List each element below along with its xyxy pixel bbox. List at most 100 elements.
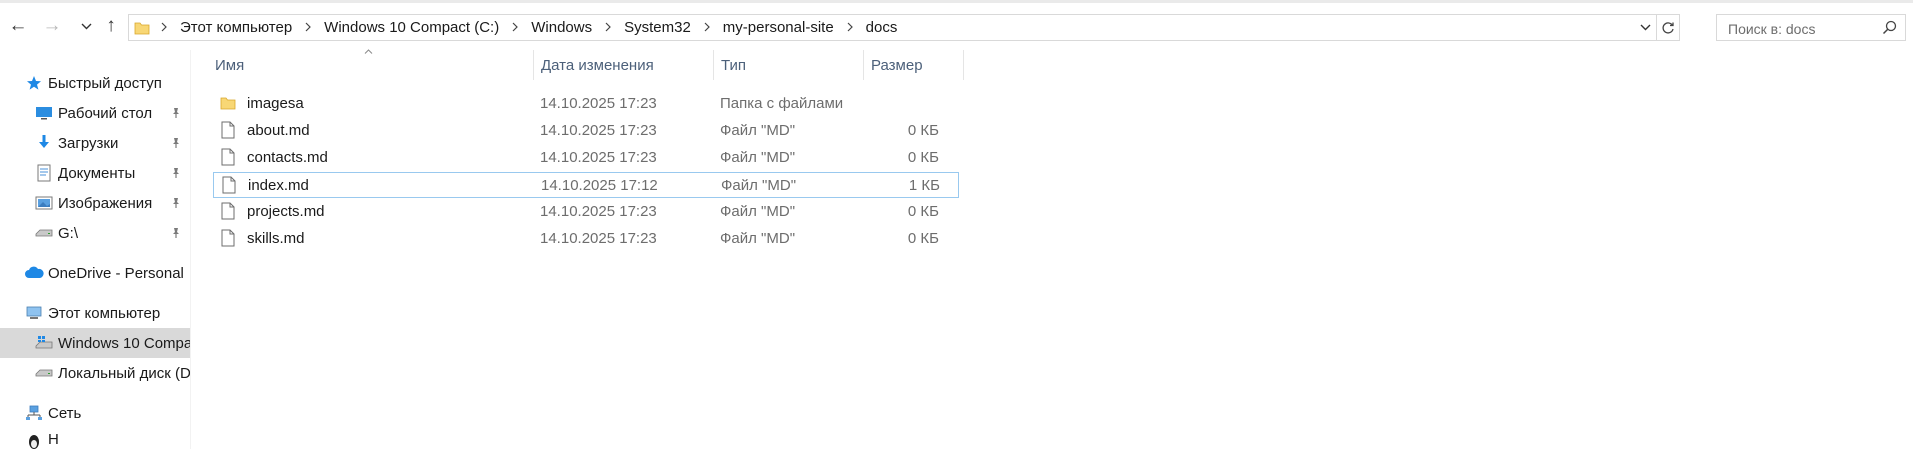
navigation-bar: ← → ↑ Этот компьютер Windows 10 Compact (… [0, 0, 1913, 50]
file-name-cell[interactable]: skills.md [219, 226, 305, 250]
star-icon [24, 73, 44, 93]
up-arrow-icon: ↑ [106, 15, 116, 36]
file-icon [220, 175, 238, 195]
breadcrumb-item[interactable]: Этот компьютер [151, 19, 295, 36]
breadcrumb: Этот компьютер Windows 10 Compact (C:) Win… [151, 19, 900, 36]
file-row[interactable]: imagesa 14.10.2025 17:23 Папка с файлами [213, 91, 959, 117]
forward-button[interactable]: → [40, 14, 64, 38]
recent-locations-button[interactable] [74, 14, 98, 38]
computer-icon [24, 303, 44, 323]
file-date: 14.10.2025 17:12 [541, 176, 658, 194]
breadcrumb-label: System32 [624, 19, 691, 36]
chevron-right-icon[interactable] [837, 20, 863, 35]
file-date: 14.10.2025 17:23 [540, 121, 657, 139]
refresh-button[interactable] [1656, 15, 1679, 40]
breadcrumb-item[interactable]: Windows 10 Compact (C:) [295, 19, 502, 36]
chevron-down-icon [1640, 24, 1650, 31]
address-bar-controls [1634, 15, 1679, 40]
sidebar-item-downloads[interactable]: Загрузки [0, 128, 191, 158]
file-name-cell[interactable]: imagesa [219, 91, 304, 115]
back-button[interactable]: ← [6, 14, 30, 38]
folder-icon [134, 20, 150, 36]
column-size[interactable]: Размер [864, 50, 964, 80]
file-name: imagesa [247, 94, 304, 112]
sidebar-item-pictures[interactable]: Изображения [0, 188, 191, 218]
file-name-cell[interactable]: index.md [220, 173, 309, 197]
pictures-icon [34, 193, 54, 213]
search-box[interactable] [1716, 14, 1906, 41]
column-type[interactable]: Тип [714, 50, 864, 80]
file-size: 0 КБ [907, 229, 939, 247]
file-size [843, 91, 939, 115]
file-type: Файл "MD" [720, 229, 796, 247]
sidebar-item-this-pc[interactable]: Этот компьютер [0, 298, 191, 328]
sidebar-item-drive-g[interactable]: G:\ [0, 218, 191, 248]
sidebar-item-drive-d[interactable]: Локальный диск (D:) [0, 358, 191, 388]
file-name: projects.md [247, 202, 325, 220]
address-history-button[interactable] [1634, 15, 1656, 40]
column-name[interactable]: Имя [208, 50, 534, 80]
file-icon [219, 120, 237, 140]
forward-arrow-icon: → [42, 15, 62, 36]
file-row[interactable]: index.md 14.10.2025 17:12 Файл "MD" 1 КБ [213, 172, 959, 198]
drive-icon [34, 363, 54, 383]
folder-icon [219, 93, 237, 113]
chevron-right-icon[interactable] [595, 20, 621, 35]
file-name-cell[interactable]: about.md [219, 118, 310, 142]
breadcrumb-label: Windows 10 Compact (C:) [324, 19, 500, 36]
breadcrumb-item[interactable]: Windows [502, 19, 595, 36]
sidebar-item-drive-c[interactable]: Windows 10 Compact (C:) [0, 328, 191, 358]
file-row[interactable]: projects.md 14.10.2025 17:23 Файл "MD" 0 КБ [213, 199, 959, 225]
file-date: 14.10.2025 17:23 [540, 229, 657, 247]
column-date-modified[interactable]: Дата изменения [534, 50, 714, 80]
file-icon [219, 201, 237, 221]
sidebar-item-documents[interactable]: Документы [0, 158, 191, 188]
file-size: 1 КБ [908, 176, 940, 194]
search-input[interactable] [1726, 16, 1880, 41]
file-icon [219, 228, 237, 248]
breadcrumb-label: docs [865, 19, 898, 36]
file-size: 0 КБ [907, 202, 939, 220]
file-name: contacts.md [247, 148, 328, 166]
breadcrumb-item[interactable]: docs [837, 19, 901, 36]
chevron-right-icon[interactable] [694, 20, 720, 35]
breadcrumb-item[interactable]: my-personal-site [694, 19, 837, 36]
sidebar-item-onedrive[interactable]: OneDrive - Personal [0, 258, 191, 288]
file-date: 14.10.2025 17:23 [540, 202, 657, 220]
pin-icon [170, 106, 182, 123]
chevron-right-icon[interactable] [502, 20, 528, 35]
address-bar[interactable]: Этот компьютер Windows 10 Compact (C:) Win… [128, 14, 1680, 41]
file-size: 0 КБ [907, 121, 939, 139]
file-row[interactable]: about.md 14.10.2025 17:23 Файл "MD" 0 КБ [213, 118, 959, 144]
file-name-cell[interactable]: contacts.md [219, 145, 328, 169]
chevron-right-icon[interactable] [295, 20, 321, 35]
drive-icon [34, 223, 54, 243]
breadcrumb-item[interactable]: System32 [595, 19, 694, 36]
pin-icon [170, 136, 182, 153]
file-row[interactable]: skills.md 14.10.2025 17:23 Файл "MD" 0 КБ [213, 226, 959, 252]
file-type: Файл "MD" [720, 202, 796, 220]
linux-icon [24, 431, 44, 449]
file-row[interactable]: contacts.md 14.10.2025 17:23 Файл "MD" 0 КБ [213, 145, 959, 171]
file-name: index.md [248, 176, 309, 194]
sidebar-item-network[interactable]: Сеть [0, 398, 191, 428]
sidebar-item-desktop[interactable]: Рабочий стол [0, 98, 191, 128]
desktop-icon [34, 103, 54, 123]
file-name: about.md [247, 121, 310, 139]
file-date: 14.10.2025 17:23 [540, 148, 657, 166]
file-type: Файл "MD" [720, 148, 796, 166]
file-type: Папка с файлами [720, 94, 844, 112]
breadcrumb-label: Этот компьютер [180, 19, 293, 36]
back-arrow-icon: ← [8, 15, 28, 36]
sidebar-item-linux[interactable]: Н [0, 431, 191, 449]
breadcrumb-label: Windows [531, 19, 593, 36]
pin-icon [170, 226, 182, 243]
up-button[interactable]: ↑ [99, 14, 123, 38]
chevron-right-icon[interactable] [151, 20, 177, 35]
documents-icon [34, 163, 54, 183]
file-type: Файл "MD" [721, 176, 797, 194]
file-name-cell[interactable]: projects.md [219, 199, 325, 223]
file-date: 14.10.2025 17:23 [540, 94, 657, 112]
network-icon [24, 403, 44, 423]
sidebar-item-quick-access[interactable]: Быстрый доступ [0, 68, 191, 98]
